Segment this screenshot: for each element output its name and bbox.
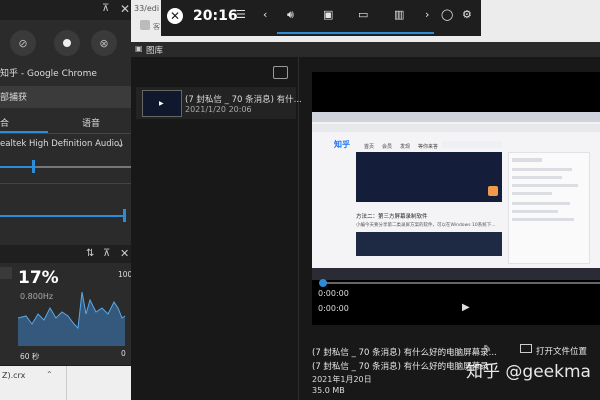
screenshot-disabled-button[interactable]: ⊘ [10,30,36,56]
video-thumbnail: ▶ [142,90,182,117]
options-icon[interactable]: ⇅ [86,248,94,259]
divider [66,366,67,400]
site-logo: 知乎 [334,140,350,149]
nav-item: 等你来答 [418,144,439,150]
expand-icon[interactable] [273,66,288,79]
nav-item: 会员 [382,144,393,150]
display-icon[interactable]: ▭ [358,8,368,21]
capture-app-name: 知乎 - Google Chrome [0,69,97,79]
app-volume-slider-thumb[interactable] [123,209,126,222]
performance-titlebar [0,245,131,263]
mouse-icon[interactable]: ◯ [441,8,453,21]
video-title-line2: (7 封私信 _ 70 条消息) 有什么好的电脑屏幕录 [312,362,489,372]
mic-off-button[interactable]: ⊗ [91,30,117,56]
open-location-button[interactable]: 打开文件位置 [536,345,587,357]
pin-icon[interactable]: ⊼ [102,3,109,14]
volume-slider-fill [0,166,33,168]
audio-device-label: ealtek High Definition Audio) [0,139,123,149]
close-icon[interactable]: ✕ [120,247,129,260]
gallery-titlebar [131,42,600,57]
panel-divider [298,57,299,400]
nav-item: 发现 [400,144,411,150]
chevron-right-icon[interactable]: › [425,8,429,21]
article-body: 小编今天要分享第二类录屏方案的软件，可以在Windows 10系统下... [356,223,496,228]
close-icon[interactable]: ✕ [120,2,130,16]
graph-time-window: 60 秒 [20,352,40,361]
capture-icon[interactable]: ▣ [323,8,333,21]
chevron-down-icon[interactable]: ⌃ [46,370,53,379]
gallery-title: 图库 [146,46,164,56]
tab-divider [0,133,131,134]
time-current: 0:00:00 [318,289,349,298]
video-progress-thumb[interactable] [319,279,327,287]
tab-voice[interactable]: 语音 [82,116,100,129]
xbox-icon[interactable]: ✕ [167,8,183,24]
chevron-down-icon[interactable]: ⌄ [116,137,125,150]
volume-slider-thumb[interactable] [32,160,35,173]
volume-slider-track[interactable] [33,166,131,168]
record-button[interactable] [54,30,80,56]
download-filename[interactable]: Z).crx [2,371,25,380]
pin-icon[interactable]: ⊼ [103,248,110,259]
background-url-text: 33/edi [134,4,160,13]
performance-icon[interactable]: ▥ [394,8,404,21]
play-icon[interactable]: ▶ [462,302,470,313]
list-item-title: (7 封私信 _ 70 条消息) 有什... [185,95,302,105]
tab-mix[interactable]: 合 [0,116,9,129]
video-date: 2021年1月20日 [312,375,372,384]
folder-icon[interactable] [520,344,532,353]
gear-icon[interactable]: ⚙ [462,8,472,21]
chevron-left-icon[interactable]: ‹ [263,8,267,21]
audio-icon[interactable]: 🔊︎ [287,8,294,22]
video-progress-track[interactable] [320,282,600,284]
nav-item: 首页 [364,144,375,150]
background-tab-icon [140,20,150,30]
app-volume-slider-fill [0,215,124,217]
cpu-graph [18,291,126,346]
perf-category-selector[interactable] [0,267,12,279]
edit-icon[interactable]: ✎ [483,344,491,355]
background-tab-label: 客 [153,23,160,31]
graph-min-label: 0 [121,349,126,358]
active-widgets-indicator [277,32,434,34]
menu-icon[interactable]: ☰ [236,8,246,21]
time-total: 0:00:00 [318,304,349,313]
watermark: 知乎 @geekma [466,362,591,382]
gallery-icon: ▣ [135,44,143,53]
video-frame: 知乎 首页 会员 发现 等你来答 方法二：第三方屏幕录制软件 小编今天要分享第二… [312,112,600,280]
article-heading: 方法二：第三方屏幕录制软件 [356,214,428,220]
widget-titlebar [0,0,131,20]
game-bar-clock: 20:16 [193,8,238,24]
capture-label: 部捕获 [0,93,28,103]
divider [0,183,131,184]
video-size: 35.0 MB [312,386,345,395]
list-item-date: 2021/1/20 20:06 [185,105,252,114]
